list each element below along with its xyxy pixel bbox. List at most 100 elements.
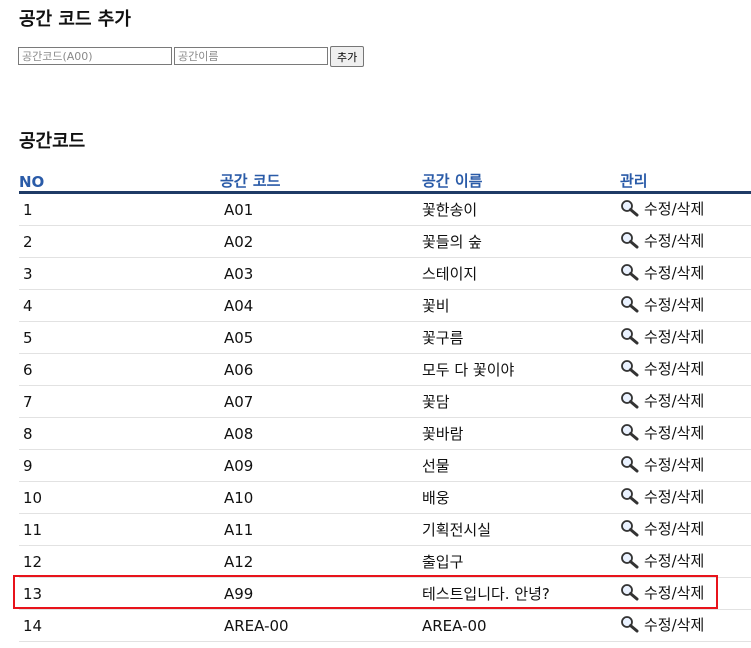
edit-delete-label: 수정/삭제 bbox=[644, 487, 705, 506]
search-icon bbox=[620, 455, 640, 473]
row-manage: 수정/삭제 bbox=[620, 609, 751, 642]
search-icon bbox=[620, 199, 640, 217]
row-code: AREA-00 bbox=[220, 609, 422, 642]
row-name: 꽃비 bbox=[422, 289, 620, 322]
edit-delete-label: 수정/삭제 bbox=[644, 455, 705, 474]
row-no: 13 bbox=[19, 577, 220, 610]
row-name: 배웅 bbox=[422, 481, 620, 514]
edit-delete-link[interactable]: 수정/삭제 bbox=[620, 294, 704, 315]
row-no: 6 bbox=[19, 353, 220, 386]
search-icon bbox=[620, 487, 640, 505]
edit-delete-link[interactable]: 수정/삭제 bbox=[620, 550, 704, 571]
edit-delete-link[interactable]: 수정/삭제 bbox=[620, 358, 704, 379]
row-manage: 수정/삭제 bbox=[620, 449, 751, 482]
table-row: 2 A02 꽃들의 숲 수정/삭제 bbox=[19, 225, 751, 258]
edit-delete-link[interactable]: 수정/삭제 bbox=[620, 582, 704, 603]
edit-delete-link[interactable]: 수정/삭제 bbox=[620, 230, 704, 251]
row-code: A06 bbox=[220, 353, 422, 386]
row-code: A09 bbox=[220, 449, 422, 482]
row-manage: 수정/삭제 bbox=[620, 385, 751, 418]
edit-delete-link[interactable]: 수정/삭제 bbox=[620, 486, 704, 507]
edit-delete-label: 수정/삭제 bbox=[644, 615, 705, 634]
row-no: 10 bbox=[19, 481, 220, 514]
row-no: 12 bbox=[19, 545, 220, 578]
edit-delete-label: 수정/삭제 bbox=[644, 327, 705, 346]
row-name: 선물 bbox=[422, 449, 620, 482]
table-row: 14 AREA-00 AREA-00 수정/삭제 bbox=[19, 609, 751, 642]
edit-delete-link[interactable]: 수정/삭제 bbox=[620, 390, 704, 411]
table-header-row: NO 공간 코드 공간 이름 관리 bbox=[19, 169, 751, 194]
row-no: 11 bbox=[19, 513, 220, 546]
search-icon bbox=[620, 615, 640, 633]
row-no: 4 bbox=[19, 289, 220, 322]
table-row: 9 A09 선물 수정/삭제 bbox=[19, 449, 751, 482]
table-row: 8 A08 꽃바람 수정/삭제 bbox=[19, 417, 751, 450]
edit-delete-link[interactable]: 수정/삭제 bbox=[620, 422, 704, 443]
row-manage: 수정/삭제 bbox=[620, 513, 751, 546]
row-name: 스테이지 bbox=[422, 257, 620, 290]
row-name: AREA-00 bbox=[422, 609, 620, 642]
edit-delete-label: 수정/삭제 bbox=[644, 519, 705, 538]
row-name: 꽃들의 숲 bbox=[422, 225, 620, 258]
row-no: 8 bbox=[19, 417, 220, 450]
search-icon bbox=[620, 583, 640, 601]
row-manage: 수정/삭제 bbox=[620, 545, 751, 578]
table-row: 11 A11 기획전시실 수정/삭제 bbox=[19, 513, 751, 546]
search-icon bbox=[620, 263, 640, 281]
search-icon bbox=[620, 359, 640, 377]
edit-delete-link[interactable]: 수정/삭제 bbox=[620, 198, 704, 219]
row-code: A99 bbox=[220, 577, 422, 610]
row-no: 2 bbox=[19, 225, 220, 258]
row-code: A12 bbox=[220, 545, 422, 578]
column-header-manage: 관리 bbox=[620, 169, 751, 194]
table-row: 7 A07 꽃담 수정/삭제 bbox=[19, 385, 751, 418]
edit-delete-link[interactable]: 수정/삭제 bbox=[620, 454, 704, 475]
row-name: 꽃바람 bbox=[422, 417, 620, 450]
row-name: 기획전시실 bbox=[422, 513, 620, 546]
search-icon bbox=[620, 519, 640, 537]
row-no: 14 bbox=[19, 609, 220, 642]
row-no: 1 bbox=[19, 192, 220, 226]
table-row: 1 A01 꽃한송이 수정/삭제 bbox=[19, 192, 751, 226]
row-code: A04 bbox=[220, 289, 422, 322]
row-manage: 수정/삭제 bbox=[620, 225, 751, 258]
row-manage: 수정/삭제 bbox=[620, 321, 751, 354]
row-manage: 수정/삭제 bbox=[620, 481, 751, 514]
space-code-table: NO 공간 코드 공간 이름 관리 1 A01 꽃한송이 수정/삭제 2 A02 꽃들의 숲… bbox=[19, 169, 751, 642]
edit-delete-link[interactable]: 수정/삭제 bbox=[620, 614, 704, 635]
row-no: 5 bbox=[19, 321, 220, 354]
table-row: 4 A04 꽃비 수정/삭제 bbox=[19, 289, 751, 322]
search-icon bbox=[620, 231, 640, 249]
row-name: 꽃구름 bbox=[422, 321, 620, 354]
table-row: 5 A05 꽃구름 수정/삭제 bbox=[19, 321, 751, 354]
row-no: 3 bbox=[19, 257, 220, 290]
space-code-input[interactable] bbox=[18, 47, 172, 65]
edit-delete-label: 수정/삭제 bbox=[644, 423, 705, 442]
row-name: 꽃한송이 bbox=[422, 192, 620, 226]
row-code: A01 bbox=[220, 192, 422, 226]
row-name: 꽃담 bbox=[422, 385, 620, 418]
table-row: 10 A10 배웅 수정/삭제 bbox=[19, 481, 751, 514]
edit-delete-link[interactable]: 수정/삭제 bbox=[620, 326, 704, 347]
column-header-no: NO bbox=[19, 169, 220, 194]
edit-delete-link[interactable]: 수정/삭제 bbox=[620, 262, 704, 283]
table-body: 1 A01 꽃한송이 수정/삭제 2 A02 꽃들의 숲 수정/삭제 3 A03 스테이지 수정/삭제… bbox=[19, 192, 751, 642]
row-name: 모두 다 꽃이야 bbox=[422, 353, 620, 386]
table-row: 13 A99 테스트입니다. 안녕? 수정/삭제 bbox=[19, 577, 751, 610]
row-code: A03 bbox=[220, 257, 422, 290]
row-manage: 수정/삭제 bbox=[620, 192, 751, 226]
table-row: 12 A12 출입구 수정/삭제 bbox=[19, 545, 751, 578]
column-header-name: 공간 이름 bbox=[422, 169, 620, 194]
search-icon bbox=[620, 391, 640, 409]
row-manage: 수정/삭제 bbox=[620, 353, 751, 386]
edit-delete-label: 수정/삭제 bbox=[644, 583, 705, 602]
row-code: A07 bbox=[220, 385, 422, 418]
search-icon bbox=[620, 327, 640, 345]
space-name-input[interactable] bbox=[174, 47, 328, 65]
edit-delete-link[interactable]: 수정/삭제 bbox=[620, 518, 704, 539]
column-header-code: 공간 코드 bbox=[220, 169, 422, 194]
row-manage: 수정/삭제 bbox=[620, 577, 751, 610]
edit-delete-label: 수정/삭제 bbox=[644, 551, 705, 570]
add-button[interactable]: 추가 bbox=[330, 46, 365, 67]
row-no: 9 bbox=[19, 449, 220, 482]
